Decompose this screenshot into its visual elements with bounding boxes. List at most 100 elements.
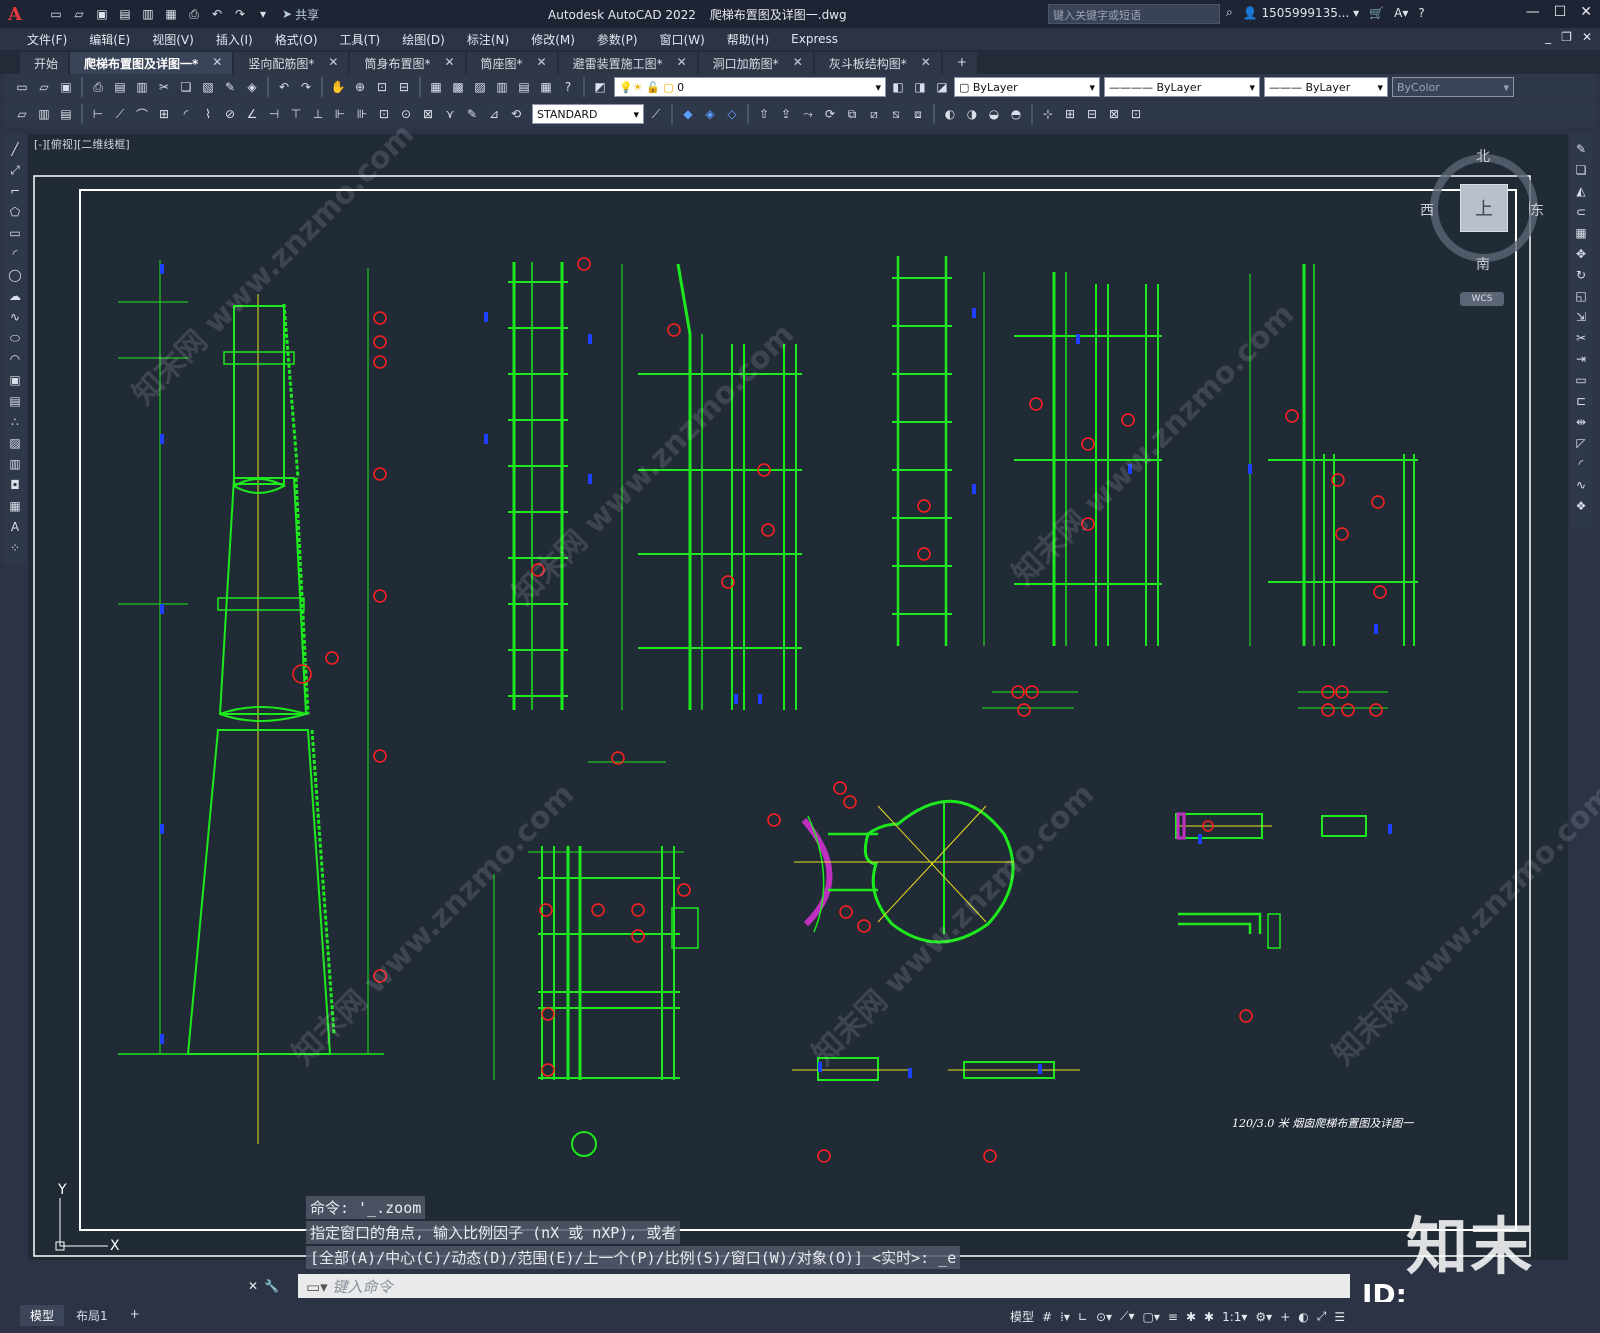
menu-item[interactable]: 修改(M) bbox=[520, 31, 586, 48]
add-selected-icon[interactable]: ⁘ bbox=[6, 539, 24, 557]
qat-dropdown-icon[interactable]: ▾ bbox=[253, 5, 273, 23]
blend-curves-icon[interactable]: ∿ bbox=[1572, 476, 1590, 494]
jogged-linear-icon[interactable]: ⋎ bbox=[440, 104, 460, 124]
dim-style-icon[interactable]: ▱ bbox=[12, 104, 32, 124]
table-style-icon[interactable]: ▥ bbox=[34, 104, 54, 124]
region-icon[interactable]: ◘ bbox=[6, 476, 24, 494]
layer-properties-icon[interactable]: ◩ bbox=[590, 77, 610, 97]
section-icon[interactable]: ⧅ bbox=[886, 104, 906, 124]
wcs-menu[interactable]: WCS bbox=[1460, 292, 1504, 306]
flatshot-icon[interactable]: ⧈ bbox=[908, 104, 928, 124]
tab-close-icon[interactable]: ✕ bbox=[793, 55, 803, 74]
doc-minimize-icon[interactable]: _ bbox=[1545, 30, 1551, 44]
baseline-dim-icon[interactable]: ⊤ bbox=[286, 104, 306, 124]
plot-icon[interactable]: ⎙ bbox=[88, 77, 108, 97]
save-icon[interactable]: ▣ bbox=[56, 77, 76, 97]
user-account[interactable]: 👤 1505999135... ▾ bbox=[1243, 6, 1359, 20]
dim-space-icon[interactable]: ⊩ bbox=[330, 104, 350, 124]
doc-close-icon[interactable]: ✕ bbox=[1582, 30, 1592, 44]
doc-restore-icon[interactable]: ❐ bbox=[1561, 30, 1572, 44]
preview-icon[interactable]: ▤ bbox=[110, 77, 130, 97]
help-icon[interactable]: ? bbox=[558, 77, 578, 97]
dim-update-icon[interactable]: ⟲ bbox=[506, 104, 526, 124]
command-input[interactable]: ▭▾ 键入命令 bbox=[302, 1276, 1342, 1296]
erase-icon[interactable]: ✎ bbox=[1572, 140, 1590, 158]
point-icon[interactable]: ∴ bbox=[6, 413, 24, 431]
snap-icon[interactable]: ⁞▾ bbox=[1060, 1310, 1070, 1324]
lineweight-icon[interactable]: ≡ bbox=[1168, 1310, 1178, 1324]
offset-icon[interactable]: ⊂ bbox=[1572, 203, 1590, 221]
customization-icon[interactable]: ☰ bbox=[1334, 1310, 1345, 1324]
menu-item[interactable]: 文件(F) bbox=[16, 31, 78, 48]
menu-item[interactable]: 参数(P) bbox=[586, 31, 649, 48]
scale-icon[interactable]: ◱ bbox=[1572, 287, 1590, 305]
mirror-icon[interactable]: ◭ bbox=[1572, 182, 1590, 200]
new-tab-icon[interactable]: + bbox=[942, 52, 977, 74]
open-icon[interactable]: ▱ bbox=[34, 77, 54, 97]
menu-item[interactable]: 帮助(H) bbox=[716, 31, 780, 48]
menu-item[interactable]: 格式(O) bbox=[264, 31, 329, 48]
join-icon[interactable]: ⇹ bbox=[1572, 413, 1590, 431]
3d-subtract-icon[interactable]: ◇ bbox=[722, 104, 742, 124]
mtext-icon[interactable]: A bbox=[6, 518, 24, 536]
ordinate-dim-icon[interactable]: ⊞ bbox=[154, 104, 174, 124]
layout-tab-model[interactable]: 模型 bbox=[20, 1305, 65, 1326]
textstyle-dropdown[interactable]: STANDARD ▾ bbox=[532, 104, 644, 124]
isodraft-icon[interactable]: ⟋▾ bbox=[1120, 1309, 1134, 1324]
layer-dropdown[interactable]: 💡☀ 🔓 ▢ 0 ▾ bbox=[614, 77, 886, 97]
hatch-icon[interactable]: ▨ bbox=[6, 434, 24, 452]
compass-north[interactable]: 北 bbox=[1476, 146, 1490, 166]
sheet-set-icon[interactable]: ▥ bbox=[492, 77, 512, 97]
properties-icon[interactable]: ▦ bbox=[426, 77, 446, 97]
close-icon[interactable]: ✕ bbox=[1580, 4, 1592, 20]
break-at-point-icon[interactable]: ▭ bbox=[1572, 371, 1590, 389]
tab-close-icon[interactable]: ✕ bbox=[212, 55, 222, 74]
plus-icon[interactable]: + bbox=[1280, 1310, 1290, 1324]
layer-states-icon[interactable]: ◪ bbox=[932, 77, 952, 97]
presspull-icon[interactable]: ⇪ bbox=[776, 104, 796, 124]
menu-item[interactable]: 工具(T) bbox=[329, 31, 392, 48]
workspace-icon[interactable]: ⚙▾ bbox=[1255, 1310, 1272, 1324]
quick-dim-icon[interactable]: ⊣ bbox=[264, 104, 284, 124]
menu-item[interactable]: 插入(I) bbox=[205, 31, 264, 48]
array-icon[interactable]: ▦ bbox=[1572, 224, 1590, 242]
break-icon[interactable]: ⊏ bbox=[1572, 392, 1590, 410]
explode-icon[interactable]: ❖ bbox=[1572, 497, 1590, 515]
3d-box-icon[interactable]: ◆ bbox=[678, 104, 698, 124]
doc-tab[interactable]: 筒座图* ✕ bbox=[466, 52, 557, 74]
mleader-style-icon[interactable]: ▤ bbox=[56, 104, 76, 124]
block-editor-icon[interactable]: ◈ bbox=[242, 77, 262, 97]
a360-icon[interactable]: A▾ bbox=[1394, 6, 1408, 20]
cut-icon[interactable]: ✂ bbox=[154, 77, 174, 97]
new-icon[interactable]: ▭ bbox=[12, 77, 32, 97]
linetype-dropdown[interactable]: ———— ByLayer ▾ bbox=[1104, 77, 1260, 97]
grid-icon[interactable]: # bbox=[1042, 1310, 1052, 1324]
lights-icon[interactable]: ◓ bbox=[1006, 104, 1026, 124]
make-current-layer-icon[interactable]: ◧ bbox=[888, 77, 908, 97]
angular-dim-icon[interactable]: ∠ bbox=[242, 104, 262, 124]
color-dropdown[interactable]: ▢ ByLayer ▾ bbox=[954, 77, 1100, 97]
viewcube-top-face[interactable]: 上 bbox=[1460, 184, 1508, 232]
ucs-icon[interactable]: ⊹ bbox=[1038, 104, 1058, 124]
polygon-icon[interactable]: ⬠ bbox=[6, 203, 24, 221]
line-icon[interactable]: ╱ bbox=[6, 140, 24, 158]
tab-close-icon[interactable]: ✕ bbox=[537, 55, 547, 74]
fillet-icon[interactable]: ◜ bbox=[1572, 455, 1590, 473]
ucs-view-icon[interactable]: ⊟ bbox=[1082, 104, 1102, 124]
search-icon[interactable]: ⌕ bbox=[1226, 5, 1233, 20]
match-props-icon[interactable]: ✎ bbox=[220, 77, 240, 97]
extend-icon[interactable]: ⇥ bbox=[1572, 350, 1590, 368]
annotation-visibility-icon[interactable]: ✱ bbox=[1186, 1310, 1196, 1324]
render-icon[interactable]: ◑ bbox=[962, 104, 982, 124]
model-space-button[interactable]: 模型 bbox=[1010, 1308, 1034, 1325]
compass-south[interactable]: 南 bbox=[1476, 254, 1490, 274]
arc-icon[interactable]: ◜ bbox=[6, 245, 24, 263]
revolve-icon[interactable]: ⟳ bbox=[820, 104, 840, 124]
polyline-icon[interactable]: ⌐ bbox=[6, 182, 24, 200]
sweep-icon[interactable]: ⤳ bbox=[798, 104, 818, 124]
aligned-dim-icon[interactable]: ⟋ bbox=[110, 104, 130, 124]
doc-tab[interactable]: 开始 bbox=[20, 52, 69, 74]
doc-tab[interactable]: 避雷装置施工图* ✕ bbox=[558, 52, 697, 74]
loft-icon[interactable]: ⧉ bbox=[842, 104, 862, 124]
undo-icon[interactable]: ↶ bbox=[274, 77, 294, 97]
